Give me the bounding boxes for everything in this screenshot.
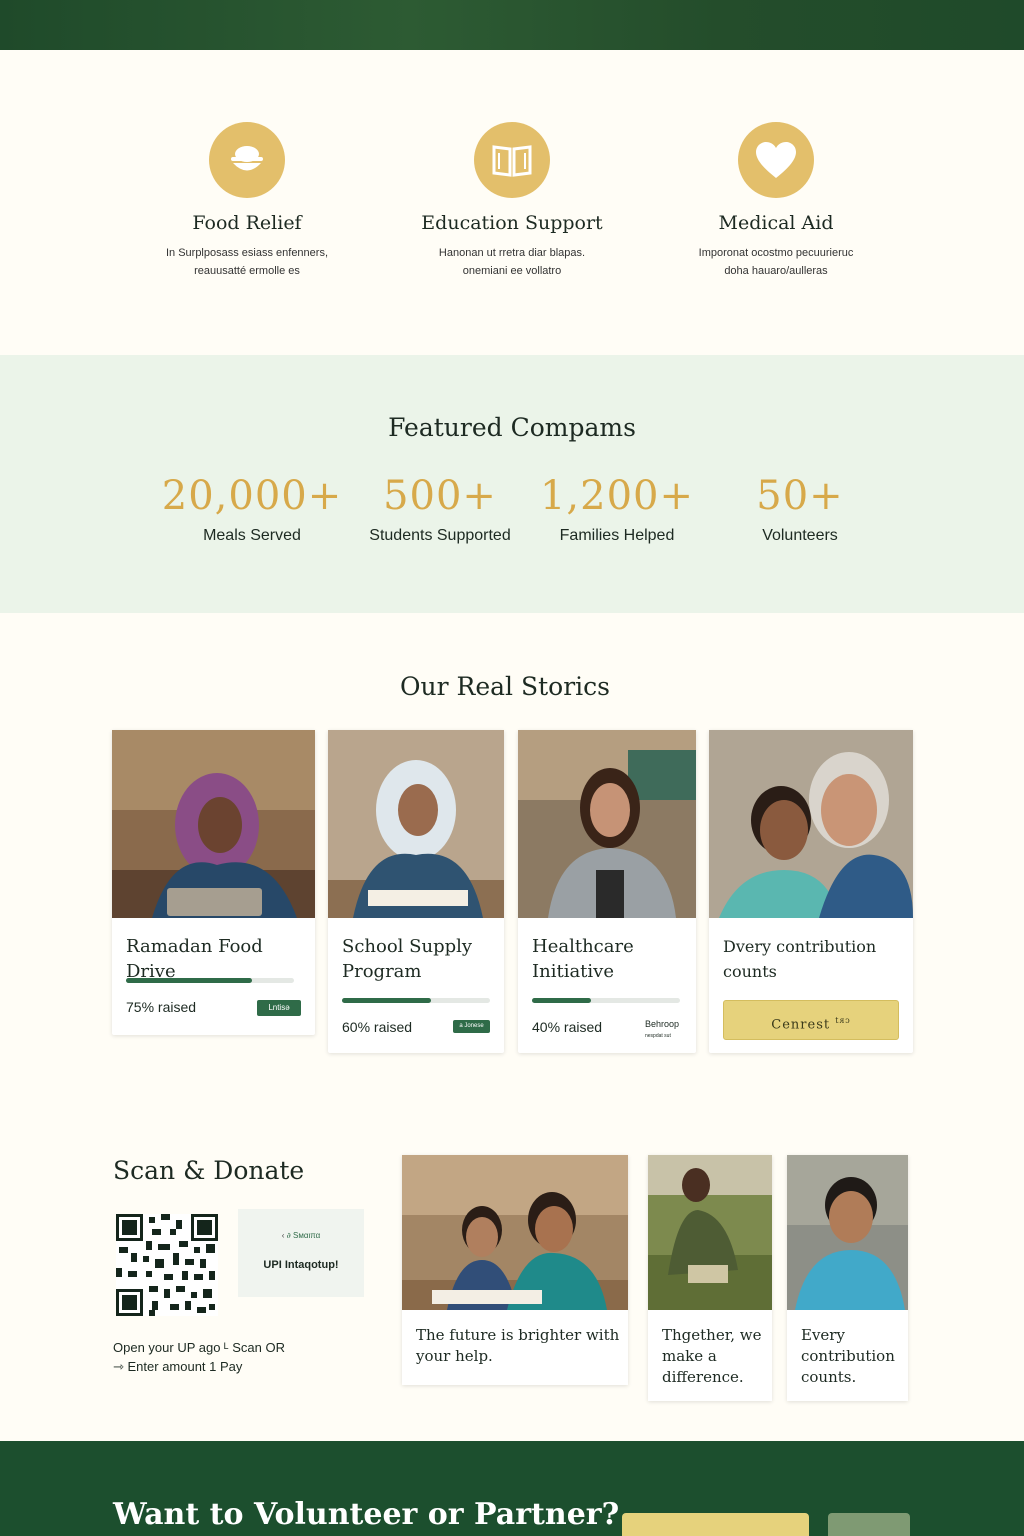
volunteer-button[interactable]	[622, 1513, 809, 1536]
book-icon	[474, 122, 550, 198]
scan-step-1: Open your UP ago ᴸ Scan OR	[113, 1340, 285, 1355]
story-tag-button[interactable]: a Jonese	[453, 1020, 490, 1033]
story-title: Healthcare Initiative	[532, 936, 634, 982]
upi-label: UPI Intaqotup!	[263, 1259, 339, 1271]
raised-label: 75% raised	[126, 999, 197, 1015]
upi-card[interactable]: ‹ ∂ Sмαιπα UPI Intaqotup!	[238, 1209, 364, 1297]
partner-button[interactable]	[828, 1513, 910, 1536]
stat-label: Meals Served	[203, 527, 301, 544]
story-card-school-supply[interactable]: School Supply Program 60% raised a Jones…	[328, 730, 504, 1053]
story-card-healthcare[interactable]: Healthcare Initiative 40% raised Behroop…	[518, 730, 696, 1053]
story-tag-link[interactable]: Behroop nespdat sut	[645, 1019, 679, 1041]
stats-section: Featured Compams 20,000+ Meals Served 50…	[0, 355, 1024, 613]
story-photo	[112, 730, 315, 918]
service-medical-aid: Medical Aid Imporonat ocostmo pecuurieru…	[656, 122, 896, 280]
stat-value: 1,200+	[539, 473, 695, 519]
quote-card-every: Every contribution counts.	[787, 1155, 908, 1401]
story-photo	[518, 730, 696, 918]
service-description: Hanonan ut rretra diar blapas. onemiani e…	[438, 247, 586, 277]
quote-text: Every contribution counts.	[801, 1326, 895, 1386]
stat-label: Volunteers	[762, 527, 838, 544]
scan-steps: Open your UP ago ᴸ Scan OR ⇾ Enter amoun…	[113, 1338, 285, 1376]
stat-label: Families Helped	[559, 527, 675, 544]
services-section: Food Relief In Surplposass esiass enfenn…	[0, 50, 1024, 355]
service-title: Medical Aid	[718, 212, 834, 234]
story-card-food-drive[interactable]: Ramadan Food Drive 75% raised Lntisə	[112, 730, 315, 1035]
stats-title: Featured Compams	[388, 413, 636, 442]
contribute-button[interactable]: Cenrest tᴙᴐ	[723, 1000, 899, 1040]
stat-value: 50+	[756, 473, 844, 519]
stat-value: 20,000+	[161, 473, 343, 519]
stat-label: Students Supported	[369, 527, 511, 544]
raised-label: 40% raised	[532, 1019, 603, 1035]
story-photo	[709, 730, 913, 918]
bowl-icon	[209, 122, 285, 198]
scan-donate-title: Scan & Donate	[113, 1156, 305, 1185]
volunteer-title: Want to Volunteer or Partner?	[113, 1497, 620, 1532]
volunteer-section: Want to Volunteer or Partner?	[0, 1441, 1024, 1536]
quote-photo	[648, 1155, 772, 1310]
stat-volunteers: 50+ Volunteers	[705, 473, 895, 545]
story-title: Ramadan Food Drive	[126, 936, 263, 982]
quote-card-future: The future is brighter with your help.	[402, 1155, 628, 1385]
quote-text: Thgether, we make a difference.	[662, 1326, 762, 1386]
quote-photo	[402, 1155, 628, 1310]
story-tag-button[interactable]: Lntisə	[257, 1000, 301, 1016]
story-photo	[328, 730, 504, 918]
story-title: School Supply Program	[342, 936, 473, 982]
stat-value: 500+	[383, 473, 497, 519]
quote-card-together: Thgether, we make a difference.	[648, 1155, 772, 1401]
service-education-support: Education Support Hanonan ut rretra diar…	[392, 122, 632, 280]
quote-photo	[787, 1155, 908, 1310]
service-description: Imporonat ocostmo pecuurieruc doha hauaro…	[698, 247, 854, 277]
service-title: Food Relief	[192, 212, 302, 234]
progress-bar	[342, 998, 490, 1003]
service-food-relief: Food Relief In Surplposass esiass enfenn…	[127, 122, 367, 280]
upi-logo: ‹ ∂ Sмαιπα	[281, 1231, 321, 1240]
story-title: Dvery contribution counts	[723, 937, 877, 981]
stories-title: Our Real Storics	[400, 672, 610, 701]
qr-code[interactable]	[116, 1214, 218, 1316]
service-description: In Surplposass esiass enfenners, reauusat…	[165, 247, 329, 277]
progress-bar	[126, 978, 294, 983]
stat-students: 500+ Students Supported	[345, 473, 535, 545]
service-title: Education Support	[421, 212, 603, 234]
hero-banner-bottom	[0, 0, 1024, 50]
progress-bar	[532, 998, 680, 1003]
quote-text: The future is brighter with your help.	[416, 1326, 620, 1365]
heart-icon	[738, 122, 814, 198]
stat-meals: 20,000+ Meals Served	[157, 473, 347, 545]
raised-label: 60% raised	[342, 1019, 413, 1035]
stat-families: 1,200+ Families Helped	[522, 473, 712, 545]
scan-step-2: ⇾ Enter amount 1 Pay	[113, 1359, 243, 1374]
story-card-every-contribution[interactable]: Dvery contribution counts Cenrest tᴙᴐ	[709, 730, 913, 1053]
